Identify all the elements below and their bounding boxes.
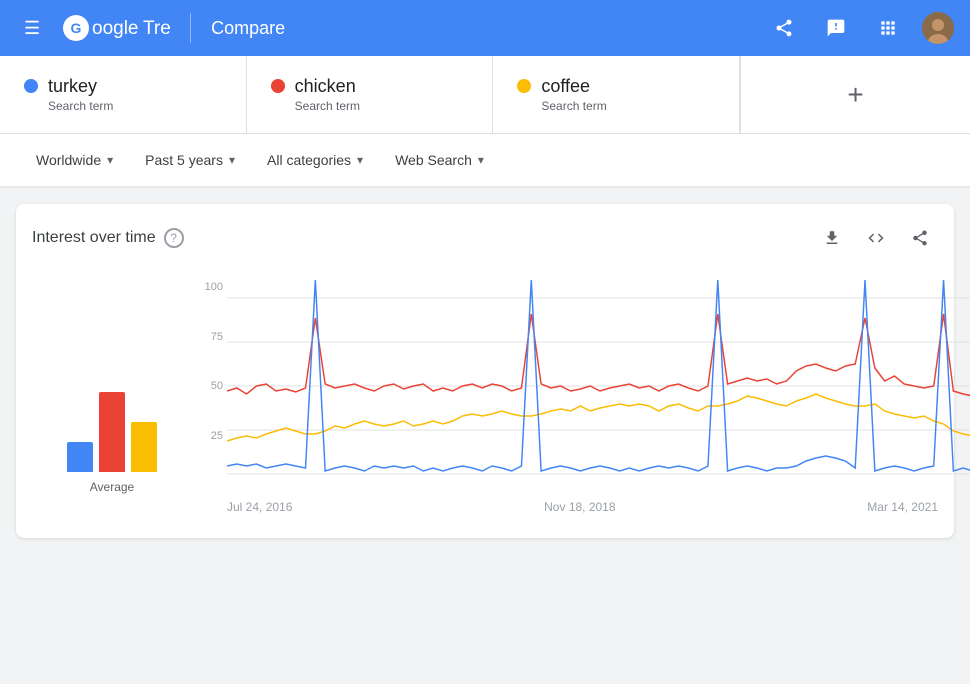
avatar-svg	[922, 12, 954, 44]
filter-search-type-chevron: ▾	[478, 153, 484, 167]
add-term-plus: +	[847, 79, 863, 111]
chicken-info: chicken Search term	[295, 76, 360, 113]
help-icon[interactable]: ?	[164, 228, 184, 248]
turkey-type: Search term	[48, 99, 113, 113]
filter-search-type[interactable]: Web Search ▾	[383, 146, 496, 174]
page-title: Compare	[211, 18, 285, 39]
turkey-name: turkey	[48, 76, 113, 97]
share-icon[interactable]	[766, 10, 802, 46]
filter-category-label: All categories	[267, 152, 351, 168]
card-share-button[interactable]	[902, 220, 938, 256]
svg-text:G: G	[71, 20, 82, 36]
coffee-dot	[517, 79, 531, 93]
card-actions	[814, 220, 938, 256]
svg-text:oogle: oogle	[92, 18, 139, 39]
interest-over-time-card: Interest over time ?	[16, 204, 954, 538]
chart-legend-bar: Average	[32, 276, 192, 514]
chart-main: 100 75 50 25	[192, 276, 938, 514]
logo: G oogle Trends	[60, 12, 170, 44]
turkey-info: turkey Search term	[48, 76, 113, 113]
filters-row: Worldwide ▾ Past 5 years ▾ All categorie…	[0, 134, 970, 188]
filter-search-type-label: Web Search	[395, 152, 472, 168]
y-label-25: 25	[192, 430, 223, 442]
svg-text:Trends: Trends	[143, 18, 170, 39]
card-title: Interest over time	[32, 229, 156, 247]
x-label-2018: Nov 18, 2018	[544, 500, 615, 514]
chicken-line	[227, 314, 970, 396]
bar-chart	[67, 372, 157, 472]
chicken-name: chicken	[295, 76, 360, 97]
avatar-image	[922, 12, 954, 44]
turkey-dot	[24, 79, 38, 93]
bar-coffee	[131, 422, 157, 472]
search-term-turkey[interactable]: turkey Search term	[0, 56, 247, 133]
coffee-name: coffee	[541, 76, 606, 97]
header-icons	[766, 10, 954, 46]
x-axis-labels: Jul 24, 2016 Nov 18, 2018 Mar 14, 2021	[192, 496, 938, 514]
download-button[interactable]	[814, 220, 850, 256]
card-share-icon	[911, 229, 929, 247]
embed-button[interactable]	[858, 220, 894, 256]
app-header: ☰ G oogle Trends Compare	[0, 0, 970, 56]
bar-turkey	[67, 442, 93, 472]
menu-icon[interactable]: ☰	[16, 10, 48, 47]
card-header: Interest over time ?	[32, 220, 938, 256]
chicken-type: Search term	[295, 99, 360, 113]
coffee-info: coffee Search term	[541, 76, 606, 113]
filter-time-chevron: ▾	[229, 153, 235, 167]
y-axis: 100 75 50 25	[192, 276, 227, 496]
line-chart-svg	[227, 276, 970, 496]
y-label-0	[192, 479, 223, 491]
filter-category-chevron: ▾	[357, 153, 363, 167]
filter-location-label: Worldwide	[36, 152, 101, 168]
average-label: Average	[90, 480, 134, 494]
card-title-row: Interest over time ?	[32, 228, 184, 248]
chicken-dot	[271, 79, 285, 93]
x-label-2021: Mar 14, 2021	[867, 500, 938, 514]
add-term-cell[interactable]: +	[740, 56, 970, 133]
header-divider	[190, 13, 191, 43]
x-label-2016: Jul 24, 2016	[227, 500, 292, 514]
download-icon	[823, 229, 841, 247]
y-label-50: 50	[192, 380, 223, 392]
filter-time[interactable]: Past 5 years ▾	[133, 146, 247, 174]
bar-chicken	[99, 392, 125, 472]
y-label-75: 75	[192, 331, 223, 343]
avatar[interactable]	[922, 12, 954, 44]
chart-container: Average 100 75 50 25	[32, 268, 938, 522]
apps-icon[interactable]	[870, 10, 906, 46]
search-terms-row: turkey Search term chicken Search term c…	[0, 56, 970, 134]
feedback-icon[interactable]	[818, 10, 854, 46]
search-term-coffee[interactable]: coffee Search term	[493, 56, 740, 133]
y-label-100: 100	[192, 281, 223, 293]
coffee-type: Search term	[541, 99, 606, 113]
search-term-chicken[interactable]: chicken Search term	[247, 56, 494, 133]
filter-location[interactable]: Worldwide ▾	[24, 146, 125, 174]
main-content: Interest over time ?	[0, 188, 970, 554]
turkey-line	[227, 280, 970, 471]
filter-category[interactable]: All categories ▾	[255, 146, 375, 174]
filter-location-chevron: ▾	[107, 153, 113, 167]
embed-icon	[867, 229, 885, 247]
filter-time-label: Past 5 years	[145, 152, 223, 168]
help-label: ?	[170, 231, 177, 245]
google-trends-logo-svg: G oogle Trends	[60, 12, 170, 44]
